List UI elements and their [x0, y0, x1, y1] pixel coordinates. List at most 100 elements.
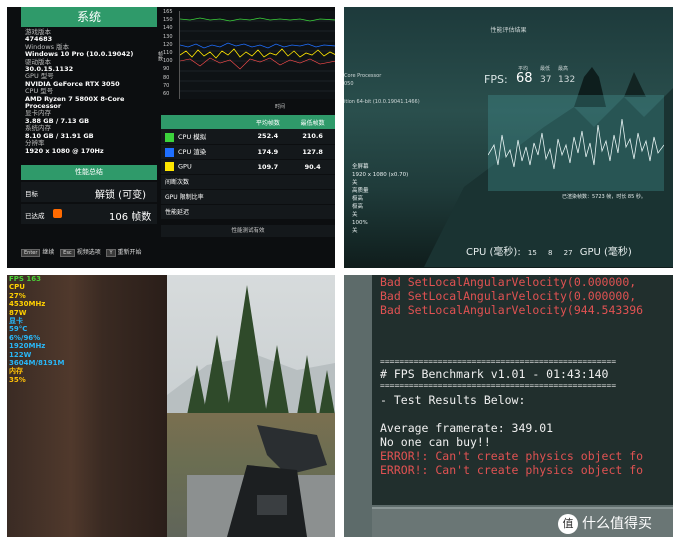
weapon-icon	[227, 425, 327, 537]
pine-trees	[167, 285, 335, 415]
y-tick-label: 100	[163, 58, 173, 65]
setting-value: 关	[352, 228, 358, 234]
game-overlay-panel: FPS 163 CPU 27% 4530MHz 87W 显卡 59°C 6%/9…	[7, 275, 335, 537]
fps-hud-value: 163	[26, 275, 42, 283]
gpu-temp: 59°C	[9, 325, 28, 334]
row-min: 210.6	[290, 129, 335, 145]
gpu-ms-label: GPU (毫秒)	[579, 247, 632, 258]
row-label: 间断次数	[161, 174, 335, 190]
target-value: 解锁 (可变)	[95, 190, 146, 201]
gpu-clock: 1920MHz	[9, 342, 46, 351]
cpu-load: 27%	[9, 291, 26, 300]
y-axis-label: 帧数	[157, 51, 163, 61]
row-avg: 109.7	[245, 159, 291, 175]
row-min: 127.8	[290, 144, 335, 160]
y-tick-label: 150	[163, 17, 173, 24]
table-row: 间断次数	[161, 174, 335, 190]
performance-evaluation-panel: 性能评估结果 平均 最低 最高 FPS: 68 37 132 Core Proc…	[344, 7, 673, 268]
achieved-row: 已达成 106 帧数	[21, 204, 157, 224]
y-tick-label: 80	[163, 74, 170, 81]
fps-label: FPS:	[484, 73, 508, 86]
cpu-sim-color-icon	[165, 132, 174, 142]
cpu-ms-max: 27	[563, 249, 573, 257]
evaluation-title: 性能评估结果	[490, 27, 527, 34]
fps-avg: 68	[516, 71, 533, 86]
row-label: GPU	[178, 162, 192, 171]
cpu-ms-min: 8	[547, 249, 553, 257]
row-label: CPU 渲染	[178, 148, 207, 157]
table-header	[161, 115, 246, 129]
y-tick-label: 140	[163, 25, 173, 32]
table-header: 平均帧数	[245, 115, 291, 129]
y-tick-label: 165	[163, 9, 173, 15]
frame-graph	[487, 95, 665, 191]
table-row: GPU 109.7 90.4	[161, 159, 335, 175]
console-error-line: Bad SetLocalAngularVelocity(944.543396	[380, 303, 644, 317]
results-heading: - Test Results Below:	[380, 393, 526, 407]
console-error-line: Bad SetLocalAngularVelocity(0.000000,	[380, 275, 637, 289]
gpu-hud-label: 显卡	[9, 317, 23, 326]
row-label: CPU 模拟	[178, 133, 207, 141]
table-row: CPU 渲染 174.9 127.8	[161, 144, 335, 160]
watermark-logo-icon: 值	[558, 514, 578, 534]
row-label: 性能延迟	[161, 204, 335, 220]
cpu-gpu-timing: CPU (毫秒): 15 8 27 GPU (毫秒)	[466, 243, 632, 258]
cpu-hud-label: CPU	[9, 283, 25, 292]
performance-hud: FPS 163 CPU 27% 4530MHz 87W 显卡 59°C 6%/9…	[9, 275, 64, 384]
console-error-line: ERROR!: Can't create physics object fo	[380, 463, 644, 477]
setting-value: 1920 x 1080 (x0.70)	[352, 172, 409, 178]
y-key-icon: Y	[106, 249, 116, 257]
y-tick-label: 120	[163, 41, 173, 48]
cpu-power: 87W	[9, 308, 27, 317]
setting-value: 高质量	[352, 188, 369, 194]
row-avg: 174.9	[245, 144, 291, 160]
cpu-ms-avg: 15	[527, 249, 537, 257]
spec-value: 1920 x 1080 @ 170Hz	[25, 146, 104, 155]
gpu-power: 122W	[9, 350, 32, 359]
table-row: GPU 限制比率	[161, 189, 335, 205]
cpu-ms-label: CPU (毫秒):	[466, 247, 521, 258]
graphics-settings: 全屏幕 1920 x 1080 (x0.70) 关 高质量 极高 极高 关 10…	[352, 163, 408, 235]
cpu-render-color-icon	[165, 147, 174, 157]
no-one-line: No one can buy!!	[380, 435, 491, 449]
video-options-button[interactable]: 视频选项	[77, 249, 101, 256]
console-separator: ========================================…	[380, 357, 617, 366]
benchmark-title: # FPS Benchmark v1.01 - 01:43:140	[380, 367, 609, 381]
target-label: 目标	[25, 190, 38, 198]
target-row: 目标 解锁 (可变)	[21, 182, 157, 202]
average-framerate: Average framerate: 349.01	[380, 421, 554, 435]
setting-value: 关	[352, 180, 358, 186]
x-axis-label: 时间	[275, 104, 286, 110]
y-tick-label: 110	[163, 50, 173, 56]
achieved-label: 已达成	[25, 212, 45, 220]
setting-value: 关	[352, 212, 358, 218]
gpu-color-icon	[165, 162, 174, 171]
cpu-info-2: 050	[344, 81, 354, 87]
esc-key-icon: Esc	[60, 249, 75, 257]
benchmark-valid-note: 性能测试有效	[161, 225, 335, 237]
fps-hud-label: FPS	[9, 275, 24, 283]
fps-max: 132	[558, 75, 576, 85]
y-tick-label: 60	[163, 91, 170, 97]
key-hints: Enter 继续 Esc 视频选项 Y 重新开始	[21, 247, 142, 257]
setting-value: 极高	[352, 204, 364, 210]
enter-key-icon: Enter	[21, 249, 41, 257]
frame-rate-graph	[179, 11, 335, 99]
setting-value: 100%	[352, 220, 368, 226]
y-tick-label: 70	[163, 82, 170, 89]
ram-load: 35%	[9, 375, 26, 384]
achieved-value: 106 帧数	[109, 212, 152, 223]
frametime-column: 165 150 140 130 120 110 100 90 80 70 60 帧数 时间 平均帧数	[157, 7, 335, 268]
row-avg: 252.4	[245, 129, 291, 145]
row-label: GPU 限制比率	[161, 189, 335, 205]
console-error-line: ERROR!: Can't create physics object fo	[380, 449, 644, 463]
graph-caption: 已渲染帧数：5723 帧，时长 85 秒。	[562, 194, 646, 200]
y-tick-label: 130	[163, 33, 173, 40]
continue-button[interactable]: 继续	[42, 249, 54, 256]
console-separator: ========================================…	[380, 381, 617, 390]
restart-button[interactable]: 重新开始	[118, 249, 142, 256]
frame-graph-svg	[487, 118, 665, 170]
system-title: 系统	[21, 7, 157, 27]
fps-min: 37	[540, 75, 552, 85]
fps-table: 平均帧数 最低帧数 CPU 模拟 252.4 210.6 CPU 渲染 174.…	[161, 115, 335, 220]
